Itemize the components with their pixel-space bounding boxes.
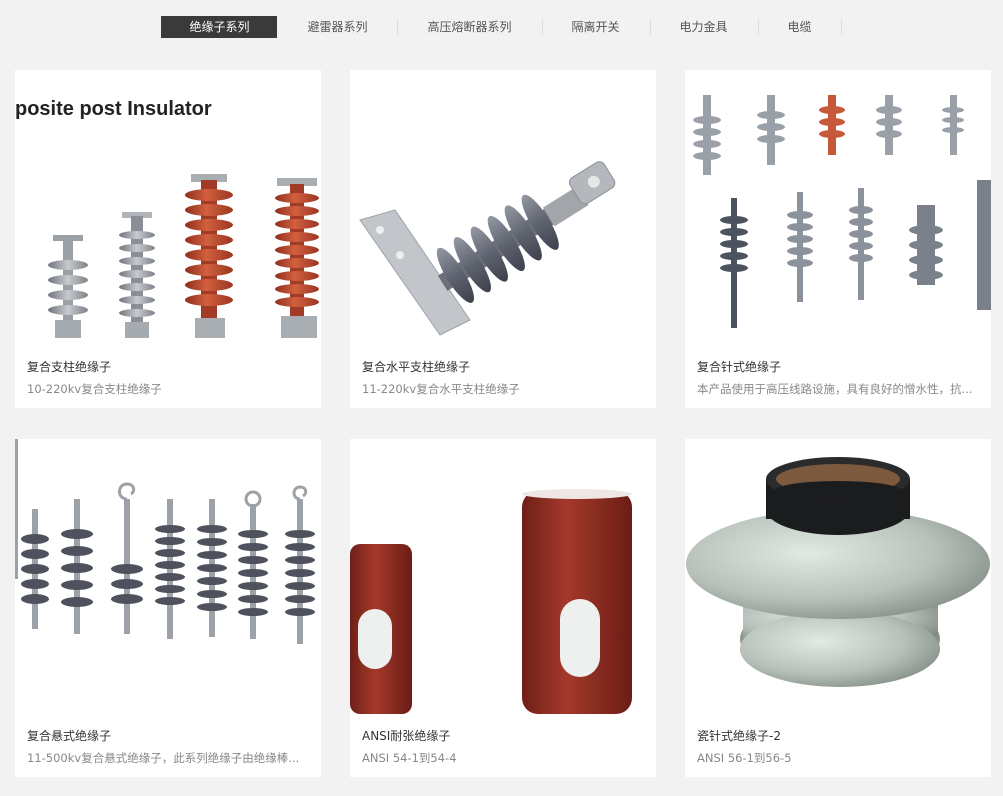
product-card-composite-pin[interactable]: 复合针式绝缘子 本产品使用于高压线路设施，具有良好的憎水性，抗... xyxy=(685,70,991,408)
tab-power-fittings[interactable]: 电力金具 xyxy=(649,16,758,38)
product-description: ANSI 54-1到54-4 xyxy=(362,751,457,765)
product-title: 复合悬式绝缘子 xyxy=(27,729,112,743)
product-title: ANSI耐张绝缘子 xyxy=(362,729,451,743)
product-description: 本产品使用于高压线路设施，具有良好的憎水性，抗... xyxy=(697,382,973,396)
product-card-ansi-strain[interactable]: ANSI耐张绝缘子 ANSI 54-1到54-4 xyxy=(350,439,656,777)
product-title: 复合水平支柱绝缘子 xyxy=(362,360,471,374)
composite-pin-insulator-image xyxy=(685,70,991,345)
suspension-insulator-image xyxy=(15,439,321,714)
image-heading: posite post Insulator xyxy=(15,98,212,120)
product-title: 复合针式绝缘子 xyxy=(697,360,782,374)
tab-arresters[interactable]: 避雷器系列 xyxy=(277,16,397,38)
ansi-strain-insulator-image xyxy=(350,439,656,714)
tab-disconnect-switches[interactable]: 隔离开关 xyxy=(541,16,650,38)
horizontal-post-insulator-image xyxy=(350,70,656,345)
product-description: ANSI 56-1到56-5 xyxy=(697,751,792,765)
product-card-composite-post[interactable]: posite post Insulator 复合支柱绝缘子 10-220kv复合… xyxy=(15,70,321,408)
product-description: 11-500kv复合悬式绝缘子，此系列绝缘子由绝缘棒... xyxy=(27,751,300,765)
porcelain-pin-insulator-image xyxy=(685,439,991,714)
tab-insulators[interactable]: 绝缘子系列 xyxy=(161,16,278,38)
product-title: 瓷针式绝缘子-2 xyxy=(697,729,781,743)
product-card-porcelain-pin[interactable]: 瓷针式绝缘子-2 ANSI 56-1到56-5 xyxy=(685,439,991,777)
product-card-horizontal-post[interactable]: 复合水平支柱绝缘子 11-220kv复合水平支柱绝缘子 xyxy=(350,70,656,408)
product-description: 10-220kv复合支柱绝缘子 xyxy=(27,382,162,396)
tab-cables[interactable]: 电缆 xyxy=(757,16,842,38)
product-title: 复合支柱绝缘子 xyxy=(27,360,112,374)
product-card-suspension[interactable]: 复合悬式绝缘子 11-500kv复合悬式绝缘子，此系列绝缘子由绝缘棒... xyxy=(15,439,321,777)
category-tabs: 绝缘子系列 避雷器系列 高压熔断器系列 隔离开关 电力金具 电缆 xyxy=(0,14,1003,40)
composite-post-insulator-image: posite post Insulator xyxy=(15,70,321,345)
product-description: 11-220kv复合水平支柱绝缘子 xyxy=(362,382,520,396)
tab-fuses[interactable]: 高压熔断器系列 xyxy=(397,16,541,38)
